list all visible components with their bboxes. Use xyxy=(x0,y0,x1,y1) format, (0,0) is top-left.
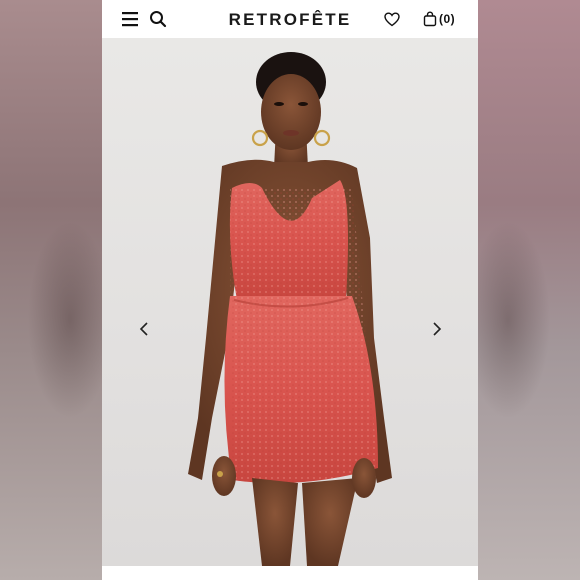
product-image[interactable] xyxy=(102,38,478,566)
footer-strip xyxy=(102,566,478,580)
bag-icon[interactable] xyxy=(420,9,440,29)
blurred-backdrop-left xyxy=(0,0,102,580)
blurred-backdrop-right xyxy=(478,0,580,580)
mobile-page: RETROFÊTE (0) xyxy=(102,0,478,580)
heart-icon[interactable] xyxy=(382,9,402,29)
chevron-right-icon[interactable] xyxy=(427,320,445,338)
site-header: RETROFÊTE (0) xyxy=(102,0,478,39)
bag-count[interactable]: (0) xyxy=(439,12,455,26)
chevron-left-icon[interactable] xyxy=(136,320,154,338)
model-photo xyxy=(188,52,392,566)
